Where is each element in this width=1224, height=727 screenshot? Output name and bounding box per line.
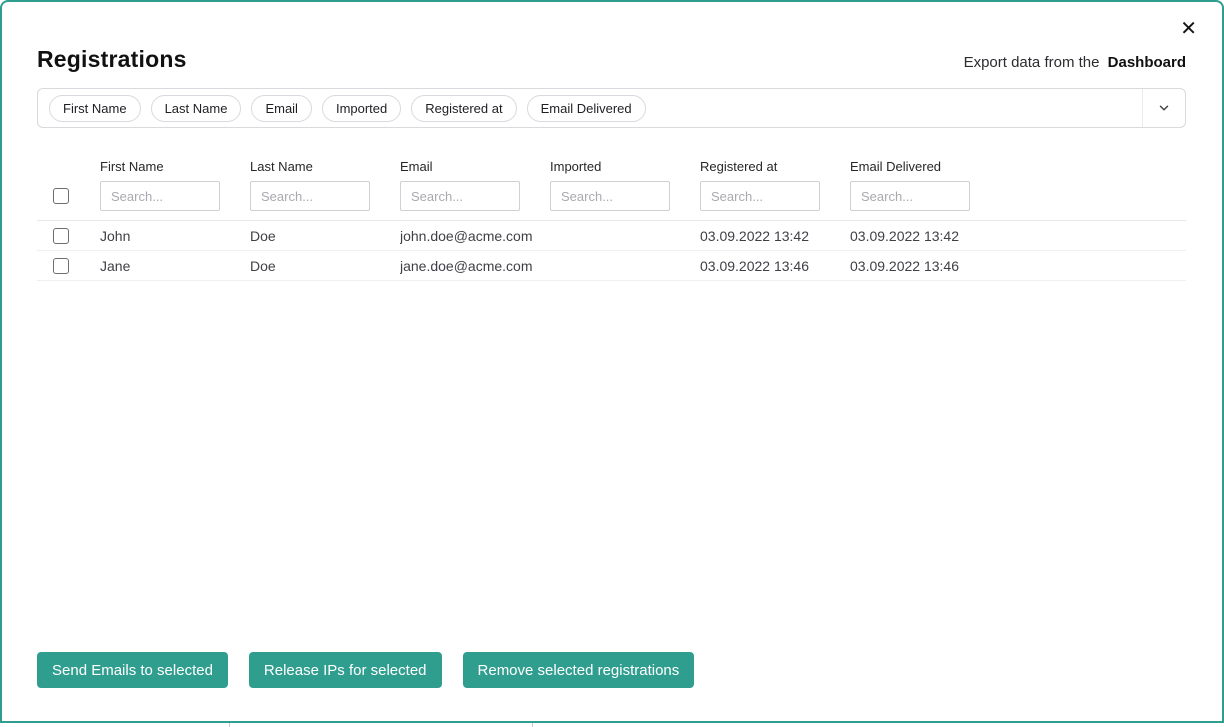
row-checkbox[interactable] (53, 228, 69, 244)
search-input-registered-at[interactable] (700, 181, 820, 211)
column-filter-bar: First Name Last Name Email Imported Regi… (37, 88, 1186, 128)
column-header-email: Email (400, 159, 550, 211)
select-all-checkbox[interactable] (53, 188, 69, 204)
send-emails-button[interactable]: Send Emails to selected (37, 652, 228, 688)
header-checkbox-cell (37, 188, 100, 211)
column-label: First Name (100, 159, 250, 174)
table-row: John Doe john.doe@acme.com 03.09.2022 13… (37, 221, 1186, 251)
background-page-edge (0, 721, 1224, 727)
filter-pill-last-name[interactable]: Last Name (151, 95, 242, 122)
bulk-actions: Send Emails to selected Release IPs for … (37, 652, 694, 688)
filter-pill-imported[interactable]: Imported (322, 95, 401, 122)
column-header-imported: Imported (550, 159, 700, 211)
cell-last-name: Doe (250, 228, 400, 244)
registrations-table: First Name Last Name Email Imported Regi… (37, 159, 1186, 281)
column-label: Email (400, 159, 550, 174)
dashboard-link[interactable]: Dashboard (1108, 54, 1186, 71)
background-column-divider (229, 723, 230, 727)
column-label: Registered at (700, 159, 850, 174)
row-checkbox-cell (37, 258, 100, 274)
search-input-email-delivered[interactable] (850, 181, 970, 211)
cell-first-name: John (100, 228, 250, 244)
remove-registrations-button[interactable]: Remove selected registrations (463, 652, 695, 688)
row-checkbox-cell (37, 228, 100, 244)
cell-email-delivered: 03.09.2022 13:42 (850, 228, 1186, 244)
filter-dropdown-button[interactable] (1142, 89, 1185, 127)
cell-first-name: Jane (100, 258, 250, 274)
table-header-row: First Name Last Name Email Imported Regi… (37, 159, 1186, 221)
registrations-modal: ✕ Registrations Export data from the Das… (0, 0, 1224, 727)
table-row: Jane Doe jane.doe@acme.com 03.09.2022 13… (37, 251, 1186, 281)
filter-pill-email-delivered[interactable]: Email Delivered (527, 95, 646, 122)
modal-header: Registrations Export data from the Dashb… (37, 46, 1186, 73)
column-header-email-delivered: Email Delivered (850, 159, 1186, 211)
column-label: Email Delivered (850, 159, 1186, 174)
cell-registered-at: 03.09.2022 13:46 (700, 258, 850, 274)
page-title: Registrations (37, 46, 187, 73)
search-input-imported[interactable] (550, 181, 670, 211)
column-label: Last Name (250, 159, 400, 174)
cell-last-name: Doe (250, 258, 400, 274)
row-checkbox[interactable] (53, 258, 69, 274)
search-input-first-name[interactable] (100, 181, 220, 211)
cell-email: john.doe@acme.com (400, 228, 550, 244)
column-label: Imported (550, 159, 700, 174)
column-header-registered-at: Registered at (700, 159, 850, 211)
chevron-down-icon (1158, 102, 1170, 114)
cell-registered-at: 03.09.2022 13:42 (700, 228, 850, 244)
export-hint: Export data from the Dashboard (964, 54, 1186, 71)
release-ips-button[interactable]: Release IPs for selected (249, 652, 442, 688)
cell-email: jane.doe@acme.com (400, 258, 550, 274)
column-header-first-name: First Name (100, 159, 250, 211)
filter-pill-email[interactable]: Email (251, 95, 312, 122)
cell-email-delivered: 03.09.2022 13:46 (850, 258, 1186, 274)
filter-pill-first-name[interactable]: First Name (49, 95, 141, 122)
column-header-last-name: Last Name (250, 159, 400, 211)
background-column-divider (532, 723, 533, 727)
filter-pill-registered-at[interactable]: Registered at (411, 95, 516, 122)
close-icon[interactable]: ✕ (1176, 15, 1201, 43)
search-input-last-name[interactable] (250, 181, 370, 211)
export-hint-text: Export data from the (964, 54, 1100, 71)
search-input-email[interactable] (400, 181, 520, 211)
